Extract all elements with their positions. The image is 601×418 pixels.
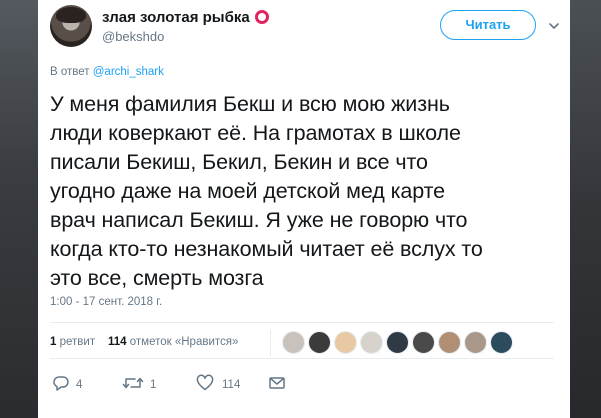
follow-button[interactable]: Читать [440, 10, 536, 40]
liker-avatar[interactable] [308, 331, 331, 354]
reply-count: 4 [76, 379, 83, 391]
tweet-text-line: когда кто-то незнакомый читает её вслух … [50, 237, 483, 261]
reply-context: В ответ @archi_shark [50, 66, 164, 78]
avatar[interactable] [50, 5, 92, 47]
tweet-text: У меня фамилия Бекш и всю мою жизнь люди… [50, 90, 562, 293]
likes-stat[interactable]: 114 отметок «Нравится» [108, 336, 238, 348]
retweets-label: ретвит [59, 336, 96, 348]
stats-separator [270, 330, 271, 356]
tweet-timestamp[interactable]: 1:00 - 17 сент. 2018 г. [50, 296, 162, 308]
tweet-text-line: угодно даже на моей детской мед карте [50, 179, 445, 203]
retweets-count: 1 [50, 336, 57, 348]
tweet-text-line: писали Бекиш, Бекил, Бекин и все что [50, 150, 428, 174]
tweet-actions: 4 1 114 [50, 372, 350, 396]
tweet-text-line: врач написал Бекиш. Я уже не говорю что [50, 208, 468, 232]
red-circle-icon [254, 10, 269, 24]
heart-icon [196, 374, 214, 391]
tweet-text-line: люди коверкают её. На грамотах в школе [50, 121, 461, 145]
likes-count: 114 [108, 336, 127, 348]
tweet-card: злая золотая рыбка @bekshdo Читать В отв… [38, 0, 570, 418]
display-name-text: злая золотая рыбка [102, 9, 250, 26]
retweet-icon [122, 377, 144, 389]
tweet-header: злая золотая рыбка @bekshdo Читать [50, 5, 560, 49]
tweet-text-line: это все, смерть мозга [50, 266, 264, 290]
retweet-count: 1 [150, 379, 157, 391]
liker-avatar[interactable] [334, 331, 357, 354]
likes-label: отметок «Нравится» [129, 336, 239, 348]
liker-avatar[interactable] [360, 331, 383, 354]
reply-icon [53, 376, 69, 391]
reply-mention-link[interactable]: @archi_shark [93, 66, 164, 78]
tweet-text-line: У меня фамилия Бекш и всю мою жизнь [50, 92, 450, 116]
divider [50, 322, 554, 323]
liker-avatar[interactable] [438, 331, 461, 354]
liker-avatar[interactable] [282, 331, 305, 354]
user-handle[interactable]: @bekshdo [102, 29, 164, 44]
liker-avatar[interactable] [386, 331, 409, 354]
liker-avatar[interactable] [412, 331, 435, 354]
chevron-down-icon[interactable] [547, 19, 561, 33]
tweet-stats: 1 ретвит 114 отметок «Нравится» [50, 330, 554, 356]
retweets-stat[interactable]: 1 ретвит [50, 336, 95, 348]
divider [50, 358, 554, 359]
like-count: 114 [222, 379, 241, 391]
liker-avatar[interactable] [464, 331, 487, 354]
user-display-name[interactable]: злая золотая рыбка [102, 9, 269, 26]
reply-prefix: В ответ [50, 66, 90, 78]
liker-avatar[interactable] [490, 331, 513, 354]
envelope-icon [269, 377, 285, 389]
